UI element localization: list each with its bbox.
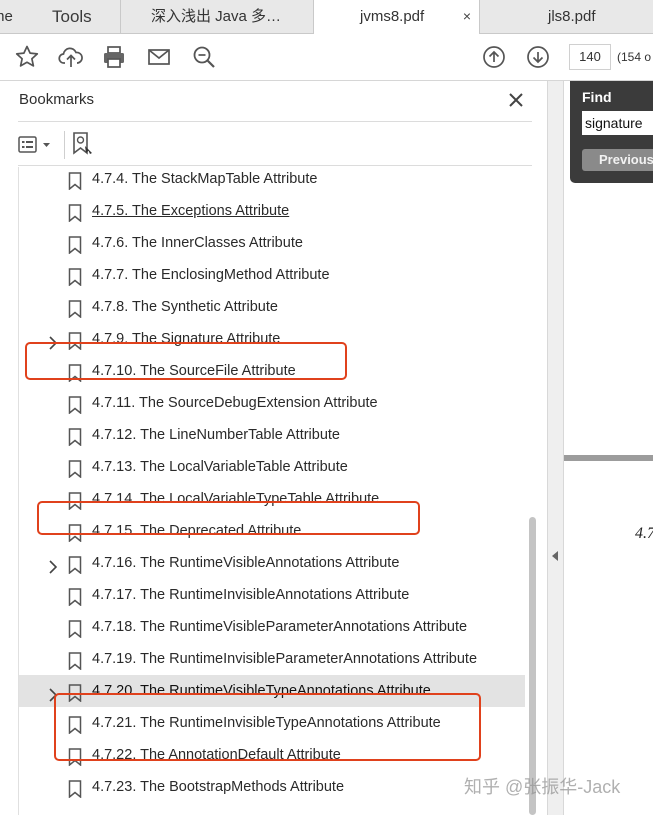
bookmark-item[interactable]: 4.7.8. The Synthetic Attribute: [19, 291, 525, 323]
watermark: 知乎 @张振华-Jack: [464, 777, 621, 797]
bookmark-label: 4.7.4. The StackMapTable Attribute: [92, 171, 318, 187]
bookmark-item[interactable]: 4.7.19. The RuntimeInvisibleParameterAnn…: [19, 643, 525, 675]
tab-tools[interactable]: Tools: [30, 0, 120, 33]
divider: [18, 165, 532, 166]
bookmark-label: 4.7.7. The EnclosingMethod Attribute: [92, 267, 330, 283]
bookmark-item[interactable]: 4.7.23. The BootstrapMethods Attribute: [19, 771, 525, 803]
bookmark-label: 4.7.16. The RuntimeVisibleAnnotations At…: [92, 555, 400, 571]
find-title: Find: [582, 89, 612, 105]
new-bookmark-icon[interactable]: [72, 131, 94, 157]
bookmark-item[interactable]: 4.7.17. The RuntimeInvisibleAnnotations …: [19, 579, 525, 611]
email-icon[interactable]: [146, 44, 172, 70]
bookmark-label: 4.7.18. The RuntimeVisibleParameterAnnot…: [92, 619, 468, 635]
document-view[interactable]: [564, 81, 653, 815]
tab-home[interactable]: me: [0, 0, 30, 33]
bookmark-icon: [68, 458, 82, 479]
collapse-panel-icon[interactable]: [551, 549, 559, 561]
scrollbar-thumb[interactable]: [529, 517, 536, 815]
bookmark-label: 4.7.11. The SourceDebugExtension Attribu…: [92, 395, 378, 411]
chevron-right-icon[interactable]: [47, 555, 59, 574]
tab-close-icon[interactable]: ×: [463, 0, 471, 33]
bookmark-label: 4.7.12. The LineNumberTable Attribute: [92, 427, 341, 443]
page-count: (154 o: [617, 50, 652, 64]
bookmark-icon: [68, 234, 82, 255]
zoom-search-icon[interactable]: [191, 44, 217, 70]
panel-splitter[interactable]: [547, 81, 564, 815]
bookmark-icon: [68, 202, 82, 223]
highlight-box: [54, 693, 481, 761]
page-rule: [564, 455, 653, 461]
options-menu-icon[interactable]: [18, 134, 54, 156]
bookmark-icon: [68, 266, 82, 287]
star-icon[interactable]: [14, 44, 40, 70]
tab-document-active-label: jvms8.pdf: [360, 8, 425, 25]
bookmark-icon: [68, 426, 82, 447]
tab-document-3[interactable]: jls8.pdf: [480, 0, 653, 33]
document-heading-fragment: 4.7: [635, 525, 653, 542]
tab-bar: me Tools 深入浅出 Java 多… jvms8.pdf × jls8.p…: [0, 0, 653, 34]
bookmark-label: 4.7.6. The InnerClasses Attribute: [92, 235, 303, 251]
toolbar-divider: [64, 131, 65, 159]
bookmark-icon: [68, 554, 82, 575]
highlight-box: [25, 342, 347, 380]
panel-title: Bookmarks: [19, 91, 95, 108]
page-number-input[interactable]: 140: [569, 44, 611, 70]
bookmark-item[interactable]: 4.7.16. The RuntimeVisibleAnnotations At…: [19, 547, 525, 579]
bookmark-label: 4.7.5. The Exceptions Attribute: [92, 203, 290, 219]
print-icon[interactable]: [101, 44, 127, 70]
bookmark-label: 4.7.17. The RuntimeInvisibleAnnotations …: [92, 587, 410, 603]
page-down-icon[interactable]: [525, 44, 551, 70]
bookmark-item[interactable]: 4.7.11. The SourceDebugExtension Attribu…: [19, 387, 525, 419]
tab-document-1-label: 深入浅出 Java 多…: [151, 8, 282, 25]
bookmark-icon: [68, 394, 82, 415]
divider: [18, 121, 532, 122]
close-icon[interactable]: [507, 91, 525, 109]
tab-document-active[interactable]: jvms8.pdf ×: [313, 0, 480, 34]
highlight-box: [37, 501, 420, 535]
find-panel: Find signature Previous: [570, 81, 653, 183]
bookmark-label: 4.7.23. The BootstrapMethods Attribute: [92, 779, 345, 795]
bookmark-item[interactable]: 4.7.5. The Exceptions Attribute: [19, 195, 525, 227]
bookmark-item[interactable]: 4.7.4. The StackMapTable Attribute: [19, 167, 525, 195]
cloud-upload-icon[interactable]: [58, 44, 84, 70]
bookmark-item[interactable]: 4.7.6. The InnerClasses Attribute: [19, 227, 525, 259]
bookmark-icon: [68, 618, 82, 639]
bookmark-item[interactable]: 4.7.18. The RuntimeVisibleParameterAnnot…: [19, 611, 525, 643]
bookmark-label: 4.7.19. The RuntimeInvisibleParameterAnn…: [92, 651, 478, 667]
bookmark-icon: [68, 778, 82, 799]
bookmark-item[interactable]: 4.7.13. The LocalVariableTable Attribute: [19, 451, 525, 483]
find-previous-button[interactable]: Previous: [582, 149, 653, 171]
find-input[interactable]: signature: [582, 111, 653, 135]
bookmark-icon: [68, 586, 82, 607]
bookmark-label: 4.7.8. The Synthetic Attribute: [92, 299, 278, 315]
tab-home-label: me: [0, 8, 13, 25]
bookmark-item[interactable]: 4.7.7. The EnclosingMethod Attribute: [19, 259, 525, 291]
bookmark-item[interactable]: 4.7.12. The LineNumberTable Attribute: [19, 419, 525, 451]
bookmark-icon: [68, 170, 82, 191]
bookmark-icon: [68, 298, 82, 319]
toolbar: 140 (154 o: [0, 34, 653, 81]
bookmark-icon: [68, 650, 82, 671]
tab-document-3-label: jls8.pdf: [548, 8, 596, 25]
tab-document-1[interactable]: 深入浅出 Java 多…: [120, 0, 313, 33]
bookmark-label: 4.7.13. The LocalVariableTable Attribute: [92, 459, 348, 475]
page-up-icon[interactable]: [481, 44, 507, 70]
